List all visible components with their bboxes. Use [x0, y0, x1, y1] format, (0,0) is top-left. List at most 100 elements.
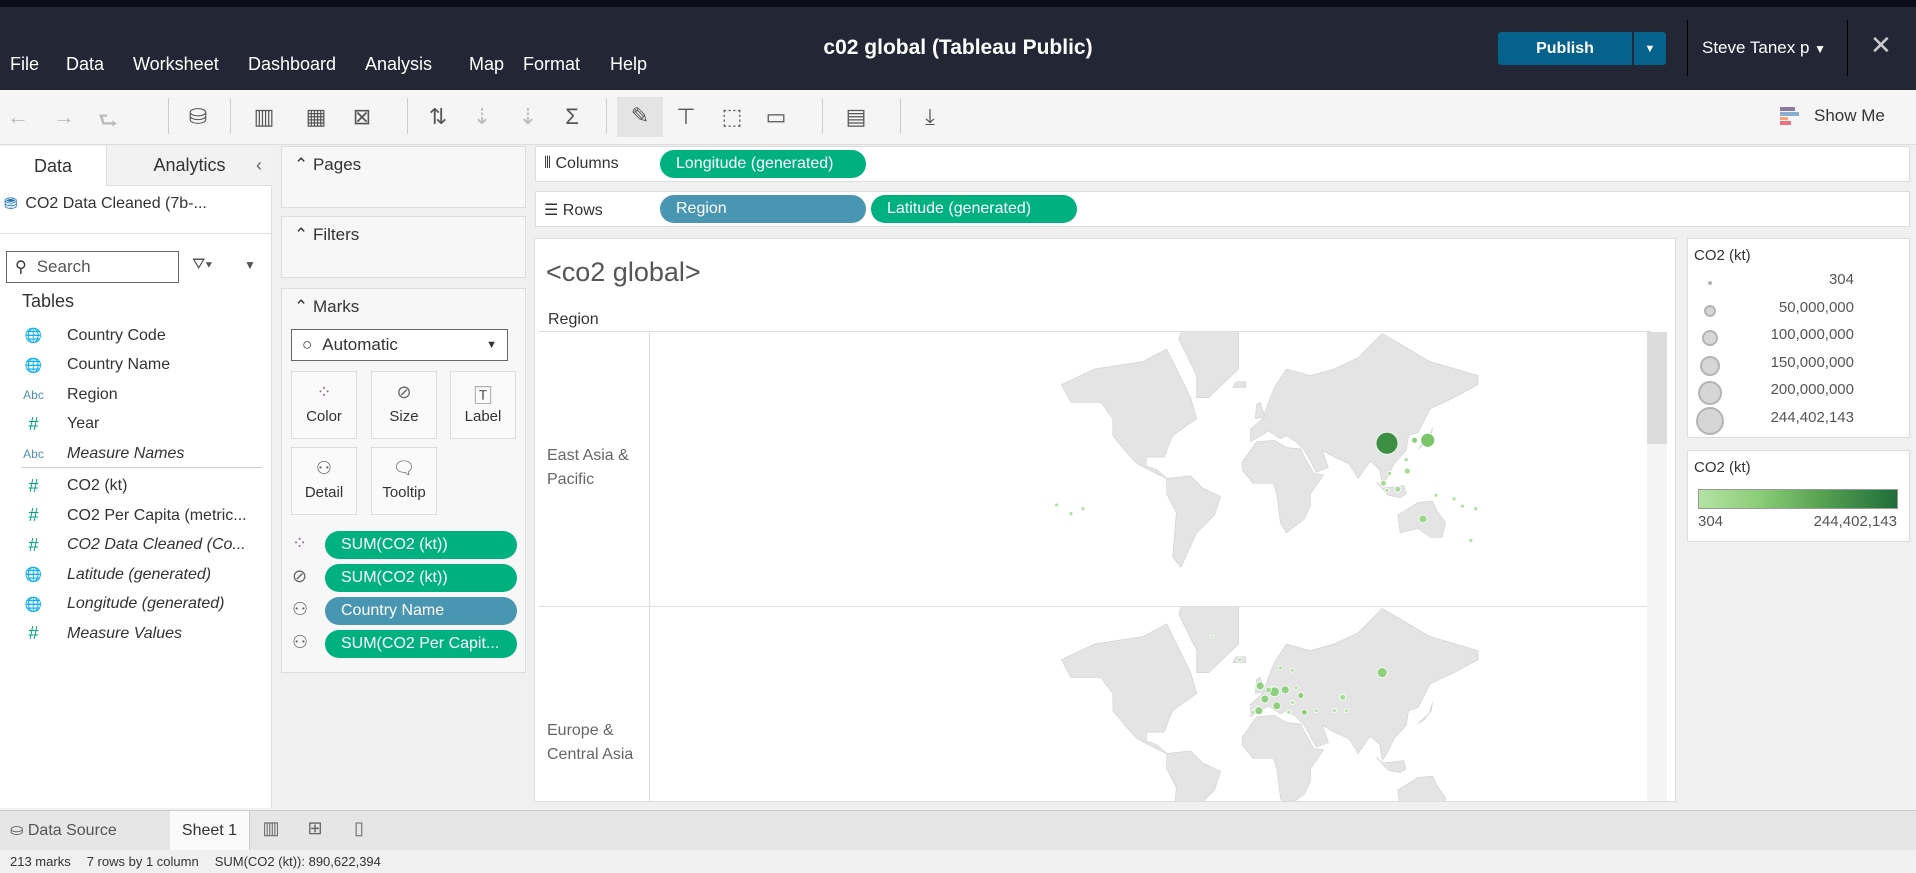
menu-dashboard[interactable]: Dashboard — [248, 54, 336, 75]
sort-ascending-icon[interactable]: ⇣ — [466, 104, 498, 130]
country-mark[interactable] — [1387, 471, 1392, 476]
tab-data[interactable]: Data — [0, 146, 106, 186]
country-mark[interactable] — [1280, 685, 1290, 695]
country-mark[interactable] — [1290, 700, 1295, 705]
sort-descending-icon[interactable]: ⇣ — [512, 104, 544, 130]
menu-data[interactable]: Data — [66, 54, 104, 75]
country-mark[interactable] — [1331, 708, 1337, 714]
rows-pill-region[interactable]: Region — [660, 195, 866, 223]
search-input[interactable]: ⚲ Search — [6, 251, 179, 283]
rows-shelf[interactable]: ☰ Rows Region Latitude (generated) — [535, 191, 1910, 227]
country-mark[interactable] — [1080, 506, 1086, 512]
redo-icon[interactable]: → — [48, 104, 80, 130]
scrollbar[interactable] — [1647, 332, 1667, 801]
country-mark[interactable] — [1301, 708, 1308, 716]
country-mark[interactable] — [1290, 667, 1295, 673]
fit-icon[interactable]: ▭ — [760, 104, 792, 130]
field-item[interactable]: # Year — [0, 410, 272, 439]
duplicate-sheet-icon[interactable]: ▦ — [300, 104, 332, 130]
clear-sheet-icon[interactable]: ⊠ — [346, 104, 378, 130]
size-button[interactable]: ⊘ Size — [371, 371, 437, 439]
menu-help[interactable]: Help — [610, 54, 647, 75]
tab-analytics[interactable]: Analytics ‹ — [106, 146, 272, 186]
country-mark[interactable] — [1210, 634, 1215, 639]
show-me-button[interactable]: Show Me — [1780, 106, 1885, 126]
country-mark[interactable] — [1380, 479, 1387, 487]
country-mark[interactable] — [1293, 685, 1299, 691]
map-pane[interactable] — [1054, 332, 1479, 568]
pages-card[interactable]: ⌃ Pages — [281, 146, 526, 208]
user-menu[interactable]: Steve Tanex p ▼ — [1702, 38, 1826, 58]
country-mark[interactable] — [1313, 708, 1319, 714]
label-button[interactable]: 🅃 Label — [450, 371, 516, 439]
country-mark[interactable] — [1278, 665, 1283, 671]
menu-dropdown-icon[interactable]: ▼ — [244, 258, 256, 272]
close-icon[interactable]: ✕ — [1870, 30, 1892, 61]
country-mark[interactable] — [1411, 436, 1418, 444]
undo-icon[interactable]: ← — [2, 104, 34, 130]
country-mark[interactable] — [1237, 657, 1243, 663]
filter-icon[interactable]: ⛛▾ — [192, 256, 212, 274]
scrollbar-thumb[interactable] — [1647, 332, 1667, 444]
collapse-icon[interactable]: ‹ — [256, 155, 262, 176]
field-item[interactable]: # CO2 Per Capita (metric... — [0, 501, 272, 530]
totals-icon[interactable]: Σ — [556, 104, 588, 130]
country-mark[interactable] — [1297, 692, 1305, 699]
new-datasource-icon[interactable]: ⛁ — [182, 104, 214, 130]
country-mark[interactable] — [1468, 537, 1474, 543]
publish-button[interactable]: Publish — [1498, 32, 1632, 65]
field-item[interactable]: Abc Region — [0, 380, 272, 409]
highlight-icon[interactable]: ✎ — [617, 97, 663, 137]
field-item[interactable]: 🌐 Country Code — [0, 321, 272, 350]
color-button[interactable]: ⁘ Color — [291, 371, 357, 439]
country-mark[interactable] — [1250, 709, 1256, 715]
show-cards-icon[interactable]: ▤ — [840, 104, 872, 130]
columns-pill-longitude[interactable]: Longitude (generated) — [660, 150, 866, 178]
encoding-pill[interactable]: SUM(CO2 Per Capit... — [325, 630, 517, 658]
country-mark[interactable] — [1272, 701, 1282, 711]
country-mark[interactable] — [1068, 511, 1074, 517]
size-legend[interactable]: CO2 (kt) 304 50,000,000 100,000,000 150,000… — [1687, 238, 1910, 438]
country-mark[interactable] — [1339, 693, 1347, 701]
new-dashboard-icon[interactable]: ⊞ — [296, 818, 334, 839]
field-item[interactable]: 🌐 Latitude (generated) — [0, 560, 272, 589]
detail-button[interactable]: ⚇ Detail — [291, 447, 357, 515]
filters-card[interactable]: ⌃ Filters — [281, 216, 526, 278]
map-panes[interactable] — [650, 332, 1650, 802]
mark-type-select[interactable]: ○ Automatic ▼ — [291, 329, 508, 361]
publish-dropdown-button[interactable]: ▼ — [1634, 32, 1666, 65]
menu-format[interactable]: Format — [523, 54, 580, 75]
country-mark[interactable] — [1460, 503, 1465, 509]
encoding-pill[interactable]: SUM(CO2 (kt)) — [325, 564, 517, 592]
field-item[interactable]: # CO2 (kt) — [0, 472, 272, 501]
menu-analysis[interactable]: Analysis — [365, 54, 432, 75]
country-mark[interactable] — [1384, 487, 1390, 493]
tooltip-button[interactable]: 🗨 Tooltip — [371, 447, 437, 515]
map-pane[interactable] — [1060, 581, 1479, 802]
field-item[interactable]: Abc Measure Names — [0, 439, 272, 468]
data-source-tab[interactable]: ⛀ Data Source — [10, 820, 117, 840]
datasource-item[interactable]: ⛃ CO2 Data Cleaned (7b-... — [4, 194, 207, 214]
country-mark[interactable] — [1376, 667, 1388, 679]
tab-sheet-1[interactable]: Sheet 1 — [170, 811, 250, 851]
replay-icon[interactable]: ⮑ — [92, 104, 124, 142]
country-mark[interactable] — [1265, 686, 1272, 694]
new-worksheet-icon[interactable]: ▥ — [248, 104, 280, 130]
menu-map[interactable]: Map — [469, 54, 504, 75]
new-worksheet-icon[interactable]: ▥ — [252, 818, 290, 839]
country-mark[interactable] — [1343, 708, 1349, 714]
country-mark[interactable] — [1255, 681, 1265, 691]
swap-icon[interactable]: ⇅ — [422, 104, 454, 130]
new-story-icon[interactable]: ▯ — [340, 818, 378, 839]
country-mark[interactable] — [1418, 514, 1428, 524]
country-mark[interactable] — [1254, 706, 1264, 716]
country-mark[interactable] — [1451, 496, 1457, 502]
encoding-pill[interactable]: SUM(CO2 (kt)) — [325, 531, 517, 559]
country-mark[interactable] — [1403, 467, 1411, 475]
country-mark[interactable] — [1403, 457, 1409, 463]
country-mark[interactable] — [1375, 431, 1399, 455]
annotate-icon[interactable]: ⬚ — [716, 104, 748, 130]
country-mark[interactable] — [1394, 485, 1402, 493]
encoding-pill[interactable]: Country Name — [325, 597, 517, 625]
field-item[interactable]: # CO2 Data Cleaned (Co... — [0, 531, 272, 560]
